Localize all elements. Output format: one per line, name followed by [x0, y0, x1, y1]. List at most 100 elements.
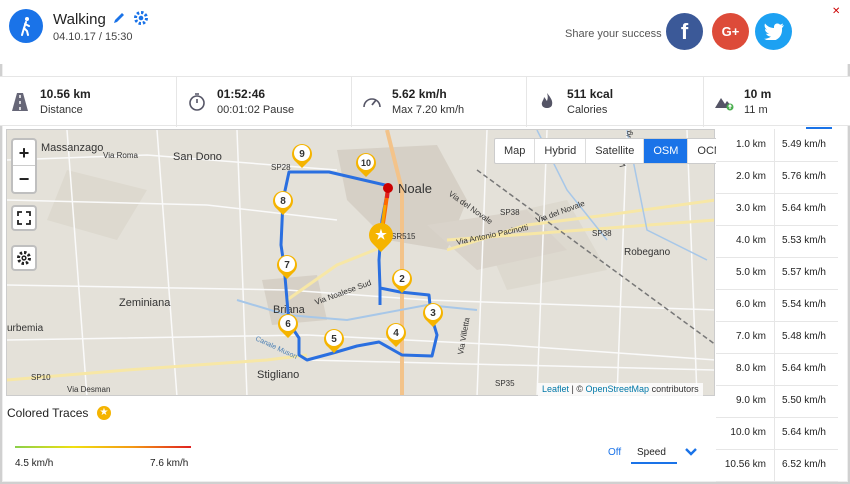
svg-text:5: 5 — [331, 334, 337, 345]
flame-icon — [541, 93, 553, 108]
zoom-control: + − — [11, 138, 37, 194]
map-label: urbemia — [7, 323, 44, 334]
stopwatch-icon — [189, 93, 205, 111]
split-distance: 3.0 km — [716, 193, 775, 225]
split-distance: 4.0 km — [716, 225, 775, 257]
layer-osm[interactable]: OSM — [644, 139, 689, 163]
table-row: 3.0 km 5.64 km/h — [716, 193, 838, 226]
split-speed: 5.64 km/h — [782, 363, 826, 374]
stat-label: Calories — [567, 104, 608, 116]
split-distance: 5.0 km — [716, 257, 775, 289]
attribution-tail: contributors — [649, 384, 699, 394]
layer-map[interactable]: Map — [495, 139, 536, 163]
split-speed: 5.76 km/h — [782, 171, 826, 182]
map-label: SP38 — [500, 208, 520, 217]
map-label: Robegano — [624, 247, 671, 258]
activity-title: Walking — [53, 11, 106, 28]
stat-speed: 5.62 km/h Max 7.20 km/h — [352, 77, 527, 127]
map-attribution: Leaflet | © OpenStreetMap contributors — [538, 383, 703, 396]
mountain-icon — [715, 98, 734, 111]
road-icon — [12, 93, 28, 111]
legend-max-speed: 7.6 km/h — [150, 458, 189, 469]
stat-value: 01:52:46 — [217, 87, 266, 101]
google-plus-share-button[interactable]: G+ — [712, 13, 749, 50]
facebook-share-button[interactable]: f — [666, 13, 703, 50]
split-speed: 6.52 km/h — [782, 459, 826, 470]
table-row: 10.0 km 5.64 km/h — [716, 417, 838, 450]
fullscreen-icon — [17, 211, 31, 225]
map-label: Noale — [398, 181, 432, 196]
table-row: 10.56 km 6.52 km/h — [716, 449, 838, 482]
table-row: 9.0 km 5.50 km/h — [716, 385, 838, 418]
map-label: SR515 — [391, 232, 416, 241]
osm-link[interactable]: OpenStreetMap — [586, 384, 650, 394]
zoom-out-button[interactable]: − — [13, 166, 35, 192]
layer-hybrid[interactable]: Hybrid — [535, 139, 587, 163]
split-speed: 5.53 km/h — [782, 235, 826, 246]
layer-satellite[interactable]: Satellite — [586, 139, 645, 163]
split-speed: 5.57 km/h — [782, 267, 826, 278]
map-label: Zeminiana — [119, 297, 171, 309]
map-label: Via Roma — [103, 151, 139, 160]
share-label: Share your success — [565, 28, 662, 40]
settings-gear-icon[interactable] — [133, 10, 149, 26]
map-settings-button[interactable] — [11, 245, 37, 271]
map-label: Stigliano — [257, 369, 299, 381]
trace-metric-select[interactable]: Speed — [631, 444, 677, 464]
route-map[interactable]: Massanzago Via Roma San Dono SP28 Noale … — [6, 129, 715, 396]
split-speed: 5.64 km/h — [782, 203, 826, 214]
finish-point[interactable] — [383, 183, 393, 193]
star-icon: ★ — [97, 406, 111, 420]
map-label: SP35 — [495, 379, 515, 388]
svg-text:8: 8 — [280, 196, 286, 207]
stat-label: 00:01:02 Pause — [217, 104, 295, 116]
split-distance: 6.0 km — [716, 289, 775, 321]
table-row: 7.0 km 5.48 km/h — [716, 321, 838, 354]
speedometer-icon — [363, 98, 381, 108]
google-plus-icon: G+ — [721, 24, 740, 39]
activity-header: Walking 04.10.17 / 15:30 Share your succ… — [0, 0, 850, 64]
gear-icon — [17, 251, 31, 265]
split-speed: 5.48 km/h — [782, 331, 826, 342]
traces-off-button[interactable]: Off — [608, 447, 621, 458]
stat-duration: 01:52:46 00:01:02 Pause — [177, 77, 352, 127]
stats-bar: 10.56 km Distance 01:52:46 00:01:02 Paus… — [0, 76, 850, 127]
close-icon[interactable]: ✕ — [832, 6, 840, 17]
split-speed: 5.49 km/h — [782, 139, 826, 150]
split-distance: 2.0 km — [716, 161, 775, 193]
map-label: San Dono — [173, 151, 222, 163]
map-label: SP10 — [31, 373, 51, 382]
zoom-in-button[interactable]: + — [13, 140, 35, 166]
map-label: Via Desman — [67, 385, 110, 394]
stat-value: 10 m — [744, 87, 772, 101]
stat-label: 11 m — [744, 104, 768, 116]
table-row: 2.0 km 5.76 km/h — [716, 161, 838, 194]
table-row: 4.0 km 5.53 km/h — [716, 225, 838, 258]
chevron-down-icon[interactable] — [684, 446, 698, 458]
speed-gradient-legend — [15, 446, 191, 448]
twitter-share-button[interactable] — [755, 13, 792, 50]
fullscreen-button[interactable] — [11, 205, 37, 231]
split-distance: 10.0 km — [716, 417, 775, 449]
split-distance: 10.56 km — [716, 449, 775, 481]
stat-calories: 511 kcal Calories — [527, 77, 704, 127]
attribution-separator: | © — [569, 384, 586, 394]
table-row: 6.0 km 5.54 km/h — [716, 289, 838, 322]
stat-value: 5.62 km/h — [392, 87, 447, 101]
twitter-icon — [763, 23, 784, 40]
map-label: SP28 — [271, 163, 291, 172]
stat-value: 511 kcal — [567, 87, 614, 101]
stat-elevation: 10 m 11 m — [704, 77, 850, 127]
leaflet-link[interactable]: Leaflet — [542, 384, 569, 394]
svg-text:★: ★ — [375, 227, 387, 242]
edit-icon[interactable] — [112, 11, 126, 25]
map-canvas[interactable]: Massanzago Via Roma San Dono SP28 Noale … — [7, 130, 715, 396]
table-row: 5.0 km 5.57 km/h — [716, 257, 838, 290]
walking-icon — [9, 9, 43, 43]
split-distance: 1.0 km — [716, 129, 775, 161]
stat-label: Max 7.20 km/h — [392, 104, 465, 116]
activity-datetime: 04.10.17 / 15:30 — [53, 31, 133, 43]
stat-value: 10.56 km — [40, 87, 91, 101]
svg-text:9: 9 — [299, 149, 305, 160]
svg-text:7: 7 — [284, 260, 290, 271]
